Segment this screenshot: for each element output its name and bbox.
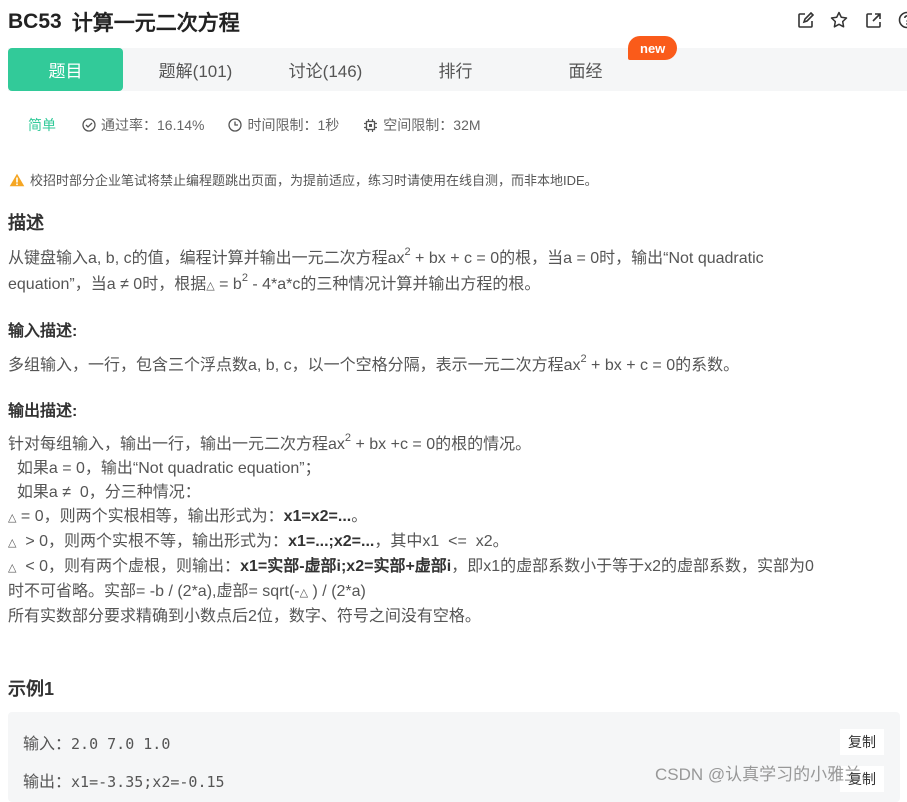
output-case3-note-a: 时不可省略。实部= -b / (2*a),虚部= sqrt(-	[8, 583, 300, 600]
notice-text: 校招时部分企业笔试将禁止编程题跳出页面，为提前适应，练习时请使用在线自测，而非本…	[30, 170, 598, 189]
space-limit: 空间限制：32M	[363, 115, 480, 135]
toolbar	[795, 10, 907, 30]
output-case3-a: < 0，则有两个虚根，则输出：	[16, 558, 240, 575]
example-heading: 示例1	[8, 676, 54, 702]
output-sup: 2	[345, 432, 351, 444]
tab-problem[interactable]: 题目	[8, 48, 123, 91]
example-input: 输入：2.0 7.0 1.0	[23, 730, 170, 754]
output-text-2: + bx +c = 0的根的情况。	[351, 436, 531, 453]
desc-text-4: = b	[215, 276, 242, 293]
tab-interview[interactable]: 面经	[548, 48, 623, 91]
share-icon[interactable]	[863, 10, 883, 30]
desc-text-5: - 4*a*c的三种情况计算并输出方程的根。	[248, 276, 540, 293]
new-badge: new	[628, 36, 677, 60]
output-case1-format: x1=x2=...	[284, 508, 352, 525]
delta-symbol: △	[300, 587, 308, 599]
input-desc-text: 多组输入，一行，包含三个浮点数a, b, c，以一个空格分隔，表示一元二次方程a…	[8, 353, 903, 379]
warning-icon	[9, 173, 25, 187]
input-text-2: + bx + c = 0的系数。	[587, 357, 740, 374]
time-limit: 时间限制：1秒	[228, 115, 339, 135]
problem-id: BC53	[8, 10, 62, 34]
output-desc-heading: 输出描述:	[8, 399, 903, 425]
output-case2-format: x1=...;x2=...	[288, 533, 374, 550]
problem-title: BC53 计算一元二次方程	[8, 6, 240, 38]
time-limit-text: 时间限制：1秒	[247, 115, 339, 135]
input-desc-heading: 输入描述:	[8, 319, 903, 345]
desc-text-1: 从键盘输入a, b, c的值，编程计算并输出一元二次方程ax	[8, 250, 404, 267]
tab-solutions[interactable]: 题解(101)	[148, 48, 243, 91]
output-line-not-a0: 如果a ≠ 0，分三种情况：	[8, 481, 903, 505]
tab-bar: 题目 题解(101) 讨论(146) 排行 面经	[8, 48, 907, 91]
output-case3-c: ，即x1的虚部系数小于等于x2的虚部系数，实部为0	[451, 558, 814, 575]
desc-text-3: equation”，当a ≠ 0时，根据	[8, 276, 206, 293]
output-case2-a: > 0，则两个实根不等，输出形式为：	[16, 533, 288, 550]
output-case3-format: x1=实部-虚部i;x2=实部+虚部i	[240, 558, 451, 575]
tab-discussion[interactable]: 讨论(146)	[278, 48, 373, 91]
delta-symbol: △	[206, 280, 214, 292]
space-limit-text: 空间限制：32M	[383, 115, 480, 135]
edit-icon[interactable]	[795, 10, 815, 30]
problem-name: 计算一元二次方程	[72, 7, 240, 37]
difficulty-label: 简单	[28, 115, 56, 135]
output-case1-c: 。	[351, 508, 367, 525]
pass-rate-text: 通过率：16.14%	[101, 115, 204, 135]
desc-text-2: + bx + c = 0的根，当a = 0时，输出“Not quadratic	[411, 250, 764, 267]
pass-rate: 通过率：16.14%	[82, 115, 204, 135]
input-sup: 2	[580, 353, 586, 365]
example-input-label: 输入：	[23, 736, 71, 753]
desc-sup-1: 2	[404, 246, 410, 258]
copy-input-button[interactable]: 复制	[840, 729, 884, 755]
tab-ranking[interactable]: 排行	[418, 48, 493, 91]
star-icon[interactable]	[829, 10, 849, 30]
description-heading: 描述	[8, 210, 903, 236]
output-desc-text: 针对每组输入，输出一行，输出一元二次方程ax2 + bx +c = 0的根的情况…	[8, 433, 903, 629]
output-line-a0: 如果a = 0，输出“Not quadratic equation”；	[8, 457, 903, 481]
problem-content: 描述 从键盘输入a, b, c的值，编程计算并输出一元二次方程ax2 + bx …	[8, 210, 903, 629]
output-case1-a: = 0，则两个实根相等，输出形式为：	[16, 508, 283, 525]
problem-meta: 简单 通过率：16.14% 时间限制：1秒 空间限制：32M	[28, 114, 505, 136]
check-circle-icon	[82, 118, 96, 132]
input-text-1: 多组输入，一行，包含三个浮点数a, b, c，以一个空格分隔，表示一元二次方程a…	[8, 357, 580, 374]
example-output: 输出：x1=-3.35;x2=-0.15	[23, 768, 225, 792]
output-precision-note: 所有实数部分要求精确到小数点后2位，数字、符号之间没有空格。	[8, 605, 903, 629]
output-text-1: 针对每组输入，输出一行，输出一元二次方程ax	[8, 436, 345, 453]
notice-banner: 校招时部分企业笔试将禁止编程题跳出页面，为提前适应，练习时请使用在线自测，而非本…	[9, 170, 598, 189]
help-icon[interactable]	[897, 10, 907, 30]
example-box: 输入：2.0 7.0 1.0 复制 输出：x1=-3.35;x2=-0.15 复…	[8, 712, 900, 802]
output-case2-c: ，其中x1 <= x2。	[374, 533, 508, 550]
description-text: 从键盘输入a, b, c的值，编程计算并输出一元二次方程ax2 + bx + c…	[8, 246, 903, 299]
chip-icon	[363, 118, 378, 133]
example-output-label: 输出：	[23, 774, 71, 791]
copy-output-button[interactable]: 复制	[840, 766, 884, 792]
example-output-value: x1=-3.35;x2=-0.15	[71, 773, 225, 791]
example-input-value: 2.0 7.0 1.0	[71, 735, 170, 753]
desc-sup-2: 2	[242, 272, 248, 284]
output-case3-note-b: ) / (2*a)	[308, 583, 366, 600]
clock-icon	[228, 118, 242, 132]
